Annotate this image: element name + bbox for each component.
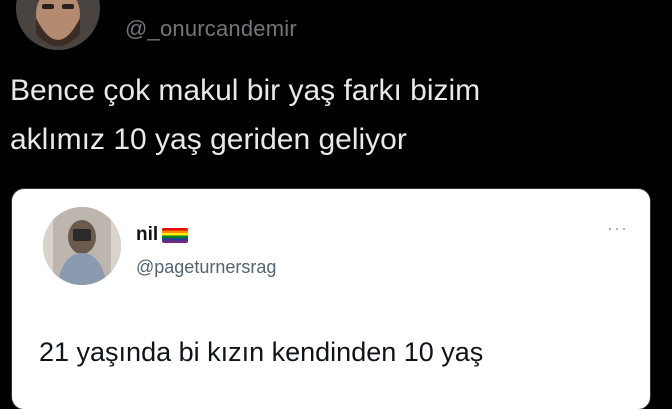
more-options-icon[interactable]: ··· (607, 219, 628, 237)
rainbow-flag-icon (162, 227, 189, 243)
tweet-text-line: aklımız 10 yaş geriden geliyor (10, 123, 407, 156)
outer-avatar[interactable] (16, 0, 100, 50)
quoted-handle[interactable]: @pageturnersrag (136, 257, 276, 278)
quoted-avatar[interactable] (43, 207, 121, 285)
outer-handle[interactable]: @_onurcandemir (125, 16, 297, 42)
quoted-text: 21 yaşında bi kızın kendinden 10 yaş (39, 337, 484, 367)
tweet-text-line: Bence çok makul bir yaş farkı bizim (10, 74, 481, 107)
quoted-tweet-card[interactable]: nil @pageturnersrag ··· 21 yaşında bi kı… (12, 189, 650, 409)
quoted-name-text: nil (136, 224, 159, 245)
quoted-name[interactable]: nil (136, 224, 189, 246)
tweet-text: Bence çok makul bir yaş farkı bizim aklı… (10, 66, 660, 164)
